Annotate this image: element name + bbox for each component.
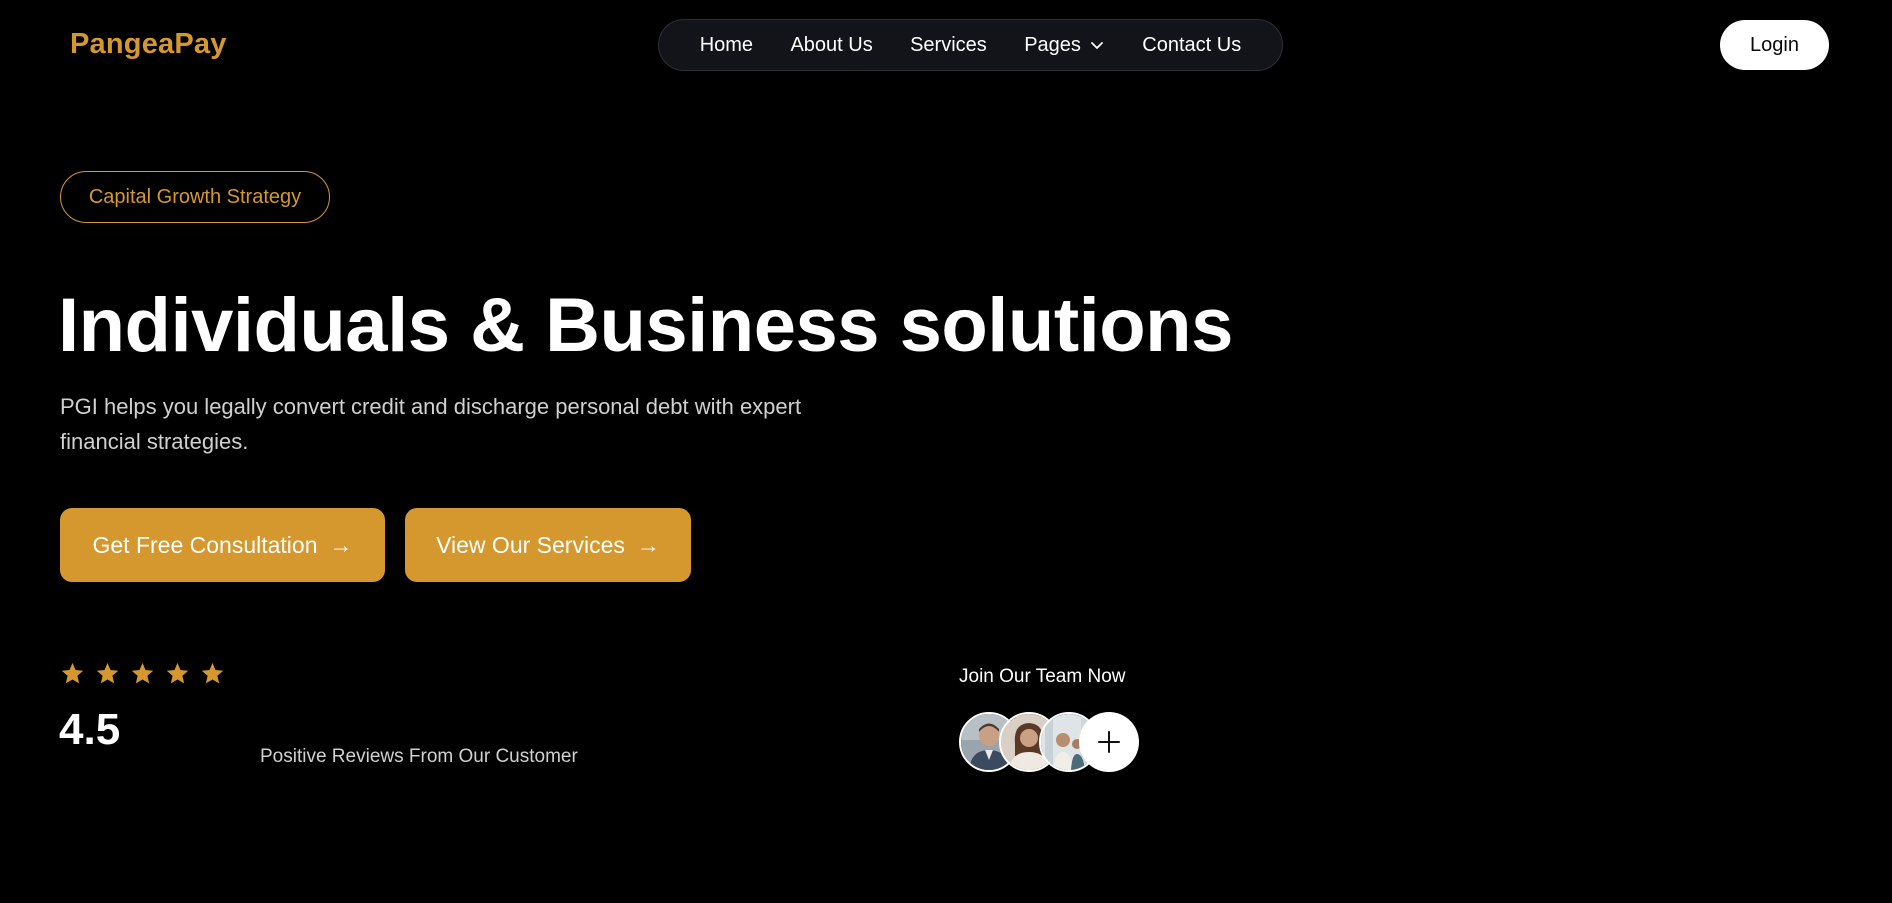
hero-title: Individuals & Business solutions [58,283,1233,368]
nav-home-label: Home [699,33,754,56]
plus-icon [1096,729,1122,755]
join-team-title: Join Our Team Now [959,666,1126,687]
cta-secondary-label: View Our Services [436,531,625,558]
nav-pages-dropdown[interactable]: Pages [1024,34,1105,57]
nav-pages-label: Pages [1024,33,1081,56]
nav-contact-label: Contact Us [1142,33,1242,56]
rating-stars [60,661,225,686]
add-team-member-button[interactable] [1079,712,1139,772]
hero-subtitle: PGI helps you legally convert credit and… [60,394,802,454]
login-button[interactable]: Login [1720,20,1829,70]
nav-contact-us[interactable]: Contact Us [1142,34,1241,57]
star-icon [130,661,155,686]
reviews-label: Positive Reviews From Our Customer [260,746,578,767]
rating-value: 4.5 [59,705,121,754]
nav-about-label: About Us [790,33,873,56]
arrow-right-icon: → [329,531,353,558]
main-nav: Home About Us Services Pages Contact Us [658,19,1283,71]
get-free-consultation-button[interactable]: Get Free Consultation → [60,508,385,582]
nav-services-label: Services [910,33,987,56]
nav-about-us[interactable]: About Us [790,34,872,57]
star-icon [60,661,85,686]
cta-primary-label: Get Free Consultation [92,531,318,558]
nav-services[interactable]: Services [910,34,987,57]
star-icon [95,661,120,686]
nav-home[interactable]: Home [700,34,753,57]
team-avatars [959,712,1149,772]
chevron-down-icon [1089,37,1105,53]
view-our-services-button[interactable]: View Our Services → [405,508,691,582]
arrow-right-icon: → [636,531,660,558]
landing-page: PangeaPay Home About Us Services Pages C… [0,0,1892,903]
star-icon [165,661,190,686]
brand-logo[interactable]: PangeaPay [70,28,227,61]
hero-tag: Capital Growth Strategy [60,171,330,223]
star-icon [200,661,225,686]
